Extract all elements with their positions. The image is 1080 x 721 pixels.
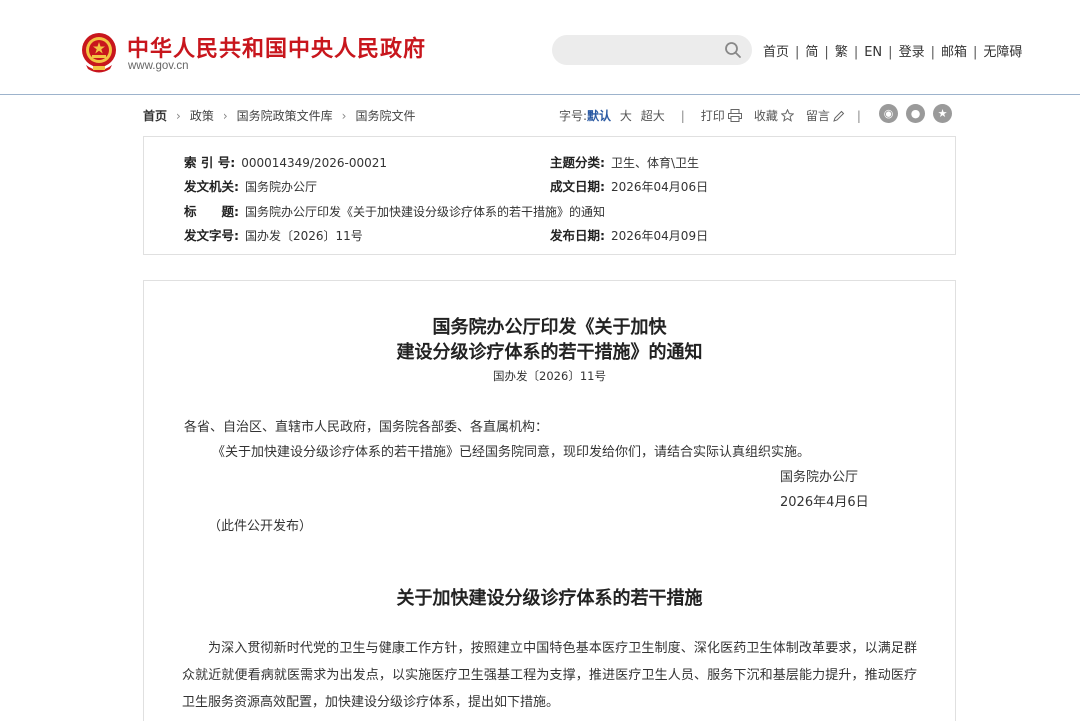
nav-accessibility[interactable]: 无障碍: [983, 45, 1022, 60]
comment-label: 留言: [805, 109, 830, 123]
site-url[interactable]: www.gov.cn: [128, 60, 189, 72]
favorite-star-icon[interactable]: ★: [933, 104, 952, 123]
font-size-xlarge[interactable]: 超大: [641, 109, 665, 123]
breadcrumb-policy-library[interactable]: 国务院政策文件库: [237, 109, 333, 123]
divider: |: [853, 45, 859, 60]
favorite-label: 收藏: [753, 109, 778, 123]
article-title: 国务院办公厅印发《关于加快 建设分级诊疗体系的若干措施》的通知: [144, 315, 955, 365]
site-header: 中华人民共和国中央人民政府 www.gov.cn 首页 | 简 | 繁 | EN | 登录 | 邮箱…: [0, 0, 1080, 95]
font-size-label: 字号:: [559, 109, 588, 123]
search-input[interactable]: [552, 35, 752, 65]
print-button[interactable]: 打印: [701, 109, 754, 123]
divider: |: [795, 45, 800, 60]
section-title: 关于加快建设分级诊疗体系的若干措施: [396, 588, 703, 609]
nav-mail[interactable]: 邮箱: [941, 45, 967, 60]
search-icon[interactable]: [724, 41, 742, 59]
nav-simplified[interactable]: 简: [805, 45, 818, 60]
meta-doc-number: 发文字号: 国办发〔2026〕11号: [184, 228, 363, 243]
comment-button[interactable]: 留言: [806, 109, 857, 123]
meta-index: 索 引 号: 000014349/2026-00021: [184, 155, 388, 170]
wechat-icon[interactable]: ●: [906, 104, 925, 123]
weibo-icon[interactable]: ◉: [879, 104, 898, 123]
divider: |: [930, 45, 935, 60]
signer: 国务院办公厅: [780, 470, 859, 485]
addressee: 各省、自治区、直辖市人民政府，国务院各部委、各直属机构：: [184, 420, 549, 435]
meta-title: 标 题: 国务院办公厅印发《关于加快建设分级诊疗体系的若干措施》的通知: [184, 204, 606, 219]
divider: |: [824, 45, 829, 60]
nav-traditional[interactable]: 繁: [835, 45, 848, 60]
breadcrumb-state-council-docs[interactable]: 国务院文件: [355, 109, 415, 123]
meta-issuer: 发文机关: 国务院办公厅: [184, 179, 318, 194]
article-tools: 字号:默认 大 超大 | 打印 收藏 留言 |: [559, 107, 877, 124]
divider: |: [888, 45, 893, 60]
divider: |: [856, 109, 861, 123]
breadcrumb: 首页 › 政策 › 国务院政策文件库 › 国务院文件: [143, 107, 416, 124]
notice-text: 《关于加快建设分级诊疗体系的若干措施》已经国务院同意，现印发给你们，请结合实际认…: [212, 445, 811, 460]
print-icon: [727, 109, 742, 122]
breadcrumb-policy[interactable]: 政策: [190, 109, 214, 123]
article-title-line-1: 国务院办公厅印发《关于加快: [432, 317, 667, 338]
chevron-right-icon: ›: [341, 109, 347, 123]
chevron-right-icon: ›: [176, 109, 181, 123]
document-metadata: 索 引 号: 000014349/2026-00021 主题分类: 卫生、体育\卫生…: [143, 136, 956, 255]
intro-paragraph: 为深入贯彻新时代党的卫生与健康工作方针，按照建立中国特色基本医疗卫生制度、深化医…: [182, 641, 917, 710]
favorite-button[interactable]: 收藏: [754, 109, 806, 123]
article-title-line-2: 建设分级诊疗体系的若干措施》的通知: [396, 342, 703, 363]
divider: |: [972, 45, 978, 60]
star-icon: [780, 109, 794, 122]
article-body: 国务院办公厅印发《关于加快 建设分级诊疗体系的若干措施》的通知 国办发〔2026…: [143, 280, 956, 721]
pen-icon: [833, 110, 845, 122]
breadcrumb-bar: 首页 › 政策 › 国务院政策文件库 › 国务院文件 字号:默认 大 超大 | 打印 收藏 留言 | …: [143, 104, 956, 126]
breadcrumb-home[interactable]: 首页: [143, 109, 167, 123]
national-emblem-logo[interactable]: [80, 31, 118, 73]
site-title[interactable]: 中华人民共和国中央人民政府: [127, 31, 426, 63]
meta-published-date: 发布日期: 2026年04月09日: [550, 228, 709, 243]
nav-english[interactable]: EN: [864, 45, 882, 60]
nav-login[interactable]: 登录: [899, 45, 925, 60]
top-nav: 首页 | 简 | 繁 | EN | 登录 | 邮箱 | 无障碍: [763, 41, 1022, 60]
share-icons: ◉ ● ★: [879, 104, 960, 126]
sign-date: 2026年4月6日: [780, 495, 869, 510]
meta-topic: 主题分类: 卫生、体育\卫生: [550, 155, 700, 170]
article-doc-number: 国办发〔2026〕11号: [493, 369, 606, 383]
nav-home[interactable]: 首页: [763, 45, 789, 60]
divider: |: [680, 109, 685, 123]
public-note: （此件公开发布）: [208, 519, 313, 534]
font-size-default[interactable]: 默认: [587, 109, 611, 123]
meta-written-date: 成文日期: 2026年04月06日: [550, 179, 709, 194]
chevron-right-icon: ›: [222, 109, 228, 123]
font-size-large[interactable]: 大: [620, 109, 632, 123]
print-label: 打印: [700, 109, 725, 123]
